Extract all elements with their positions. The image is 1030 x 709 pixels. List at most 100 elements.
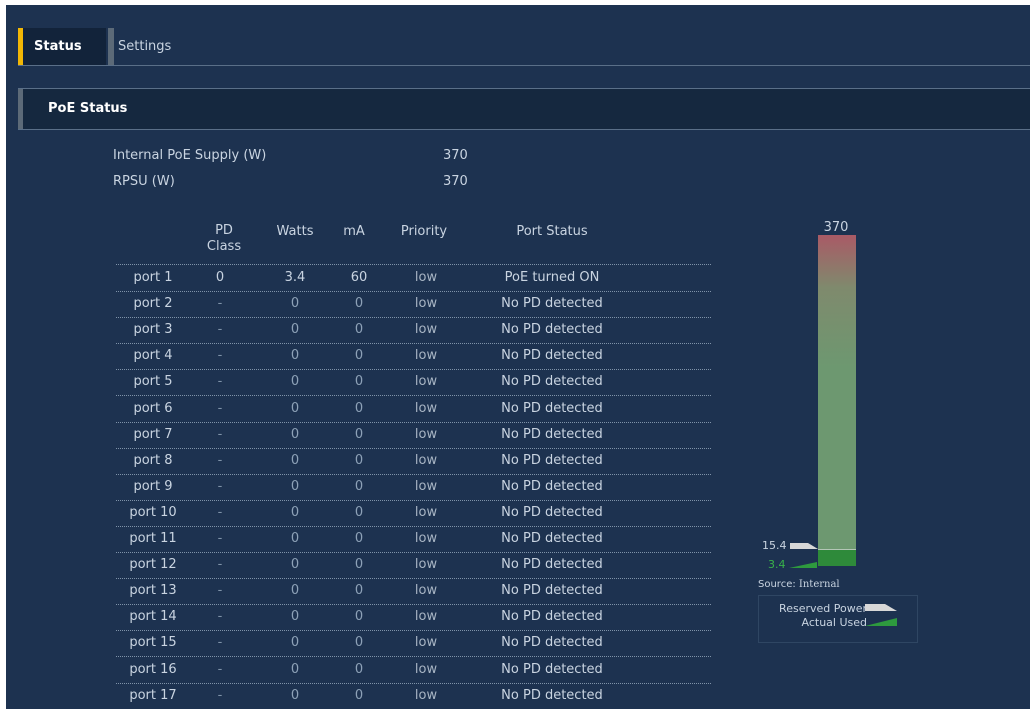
- table-cell-port: port 17: [129, 687, 177, 703]
- table-cell-ma: 0: [354, 583, 364, 599]
- table-cell-ma: 0: [354, 348, 364, 364]
- section-marker: [18, 89, 23, 129]
- table-cell-port: port 4: [133, 348, 173, 364]
- table-cell-port-status: No PD detected: [501, 687, 603, 703]
- table-cell-port-status: No PD detected: [501, 348, 603, 364]
- table-cell-priority: low: [414, 374, 438, 390]
- table-cell-pd-class: -: [217, 635, 223, 651]
- table-cell-pd-class: -: [217, 583, 223, 599]
- table-cell-port: port 3: [133, 322, 173, 338]
- table-cell-watts: 0: [290, 452, 300, 468]
- table-cell-pd-class: -: [217, 452, 223, 468]
- table-cell-port-status: No PD detected: [501, 609, 603, 625]
- table-cell-priority: low: [414, 322, 438, 338]
- table-cell-priority: low: [414, 504, 438, 520]
- table-row: port 16 - 0 0 low No PD detected: [116, 657, 711, 684]
- table-cell-watts: 0: [290, 348, 300, 364]
- tab-status[interactable]: Status: [18, 28, 106, 65]
- table-cell-pd-class: -: [217, 478, 223, 494]
- table-cell-ma: 0: [354, 296, 364, 312]
- internal-supply-value: 370: [443, 148, 468, 163]
- table-cell-priority: low: [414, 557, 438, 573]
- table-cell-priority: low: [414, 296, 438, 312]
- table-cell-ma: 0: [354, 478, 364, 494]
- table-row: port 3 - 0 0 low No PD detected: [116, 317, 711, 345]
- section-header: PoE Status: [18, 88, 1030, 130]
- header-priority: Priority: [400, 224, 448, 239]
- table-cell-port: port 1: [133, 270, 173, 285]
- table-cell-port-status: No PD detected: [501, 504, 603, 520]
- tab-separator: [108, 28, 114, 65]
- table-cell-port-status: No PD detected: [501, 452, 603, 468]
- table-cell-port-status: No PD detected: [501, 426, 603, 442]
- power-gauge-bar: [818, 235, 856, 566]
- table-row: port 15 - 0 0 low No PD detected: [116, 630, 711, 658]
- table-row: port 6 - 0 0 low No PD detected: [116, 396, 711, 423]
- table-cell-pd-class: -: [217, 531, 223, 546]
- rpsu-label: RPSU (W): [113, 174, 175, 189]
- table-cell-port-status: No PD detected: [501, 374, 603, 390]
- table-cell-watts: 0: [290, 661, 300, 677]
- table-cell-pd-class: -: [217, 296, 223, 312]
- legend-reserved-label: Reserved Power: [779, 602, 867, 615]
- header-port-status: Port Status: [516, 224, 588, 239]
- table-cell-watts: 0: [290, 609, 300, 625]
- table-cell-priority: low: [414, 270, 438, 285]
- table-cell-ma: 60: [350, 270, 368, 285]
- table-cell-port-status: No PD detected: [501, 583, 603, 599]
- table-cell-ma: 0: [354, 322, 364, 338]
- legend-reserved-icon: [865, 604, 897, 611]
- actual-value: 3.4: [768, 558, 786, 571]
- table-cell-priority: low: [414, 609, 438, 625]
- internal-supply-label: Internal PoE Supply (W): [113, 148, 267, 163]
- table-cell-ma: 0: [354, 426, 364, 442]
- table-cell-port-status: PoE turned ON: [504, 270, 600, 285]
- tab-settings-label: Settings: [118, 39, 172, 54]
- legend-actual-label: Actual Used: [801, 616, 868, 629]
- table-row: port 13 - 0 0 low No PD detected: [116, 578, 711, 606]
- table-cell-watts: 0: [290, 296, 300, 312]
- table-cell-pd-class: 0: [215, 270, 225, 285]
- tab-bar: Status Settings: [18, 28, 1030, 72]
- table-cell-watts: 0: [290, 583, 300, 599]
- table-cell-port: port 8: [133, 452, 173, 468]
- table-cell-ma: 0: [354, 635, 364, 651]
- tab-baseline: [18, 65, 1030, 66]
- table-cell-watts: 0: [290, 504, 300, 520]
- table-cell-port: port 6: [133, 400, 173, 416]
- table-row: port 2 - 0 0 low No PD detected: [116, 291, 711, 319]
- source-label: Source:: [758, 579, 796, 590]
- active-tab-indicator: [18, 28, 23, 65]
- table-cell-port-status: No PD detected: [501, 478, 603, 494]
- table-cell-port: port 7: [133, 426, 173, 442]
- poe-panel: Status Settings PoE Status Internal PoE …: [6, 5, 1030, 709]
- table-cell-port: port 15: [129, 635, 177, 651]
- table-cell-ma: 0: [354, 452, 364, 468]
- table-cell-priority: low: [414, 400, 438, 416]
- table-cell-port: port 14: [129, 609, 177, 625]
- table-cell-priority: low: [414, 452, 438, 468]
- reserved-pointer-icon: [790, 543, 818, 549]
- tab-settings[interactable]: Settings: [108, 28, 196, 65]
- table-cell-watts: 0: [290, 635, 300, 651]
- table-cell-ma: 0: [354, 504, 364, 520]
- table-row: port 17 - 0 0 low No PD detected: [116, 683, 711, 709]
- source-value: Internal: [798, 579, 840, 590]
- table-cell-pd-class: -: [217, 504, 223, 520]
- table-cell-port-status: No PD detected: [501, 557, 603, 573]
- table-row: port 14 - 0 0 low No PD detected: [116, 604, 711, 632]
- table-row: port 11 - 0 0 low No PD detected: [116, 526, 711, 553]
- table-cell-ma: 0: [354, 609, 364, 625]
- table-row: port 4 - 0 0 low No PD detected: [116, 343, 711, 371]
- table-cell-priority: low: [414, 348, 438, 364]
- table-cell-priority: low: [414, 661, 438, 677]
- table-cell-ma: 0: [354, 374, 364, 390]
- table-cell-port: port 5: [133, 374, 173, 390]
- table-cell-pd-class: -: [217, 348, 223, 364]
- power-source: Source: Internal: [758, 579, 840, 590]
- table-cell-priority: low: [414, 635, 438, 651]
- table-cell-port-status: No PD detected: [501, 296, 603, 312]
- table-row: port 9 - 0 0 low No PD detected: [116, 474, 711, 501]
- table-cell-pd-class: -: [217, 374, 223, 390]
- table-cell-pd-class: -: [217, 661, 223, 677]
